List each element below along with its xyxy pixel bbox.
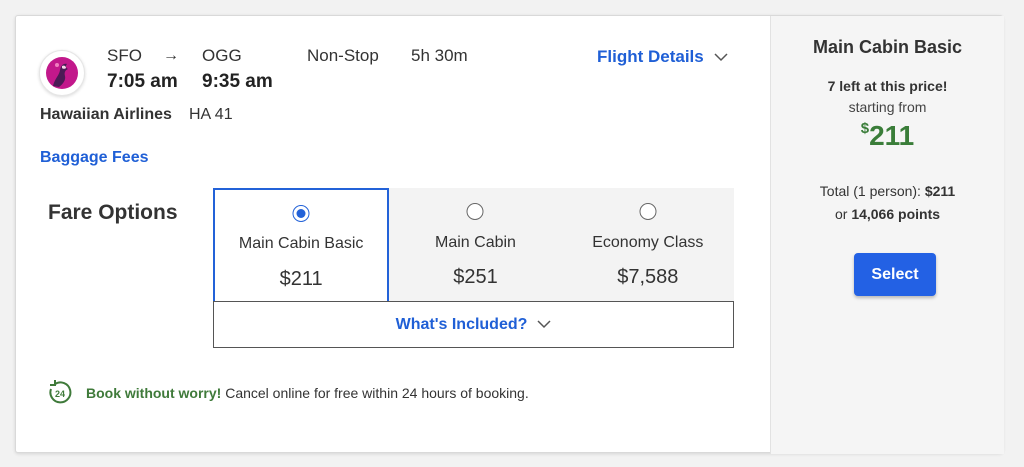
24-hour-cancel-icon: 24 <box>49 380 72 404</box>
total-line: Total (1 person): $211 <box>771 183 1004 199</box>
chevron-down-icon <box>714 52 728 61</box>
cancellation-notice: 24 Book without worry! Cancel online for… <box>46 379 529 407</box>
stops-info: Non-Stop <box>307 46 379 65</box>
hawaiian-airlines-logo-icon <box>46 57 78 89</box>
airline-logo <box>39 50 85 96</box>
arrive-time: 9:35 am <box>202 71 273 92</box>
fare-name: Main Cabin <box>435 234 516 251</box>
whats-included-toggle[interactable]: What's Included? <box>213 301 734 348</box>
baggage-fees-link[interactable]: Baggage Fees <box>40 149 148 167</box>
flight-number: HA 41 <box>189 106 233 123</box>
notice-text: Cancel online for free within 24 hours o… <box>221 385 529 401</box>
destination-code: OGG <box>202 46 242 65</box>
currency-symbol: $ <box>860 120 870 137</box>
fare-options-title: Fare Options <box>48 201 178 224</box>
points-prefix: or <box>834 206 852 222</box>
radio-selected[interactable] <box>292 205 310 222</box>
radio-unselected[interactable] <box>466 203 484 220</box>
fare-name: Economy Class <box>592 234 704 251</box>
fare-option-main-cabin[interactable]: Main Cabin $251 <box>389 188 562 301</box>
total-value: $211 <box>924 183 956 199</box>
depart-time: 7:05 am <box>107 71 178 92</box>
flight-details-link[interactable]: Flight Details <box>597 47 728 67</box>
price-amount: 211 <box>869 120 915 151</box>
seats-left: 7 left at this price! <box>827 78 948 94</box>
fare-option-economy-class[interactable]: Economy Class $7,588 <box>561 188 734 301</box>
notice-bold: Book without worry! <box>86 385 222 401</box>
flight-duration: 5h 30m <box>411 46 468 65</box>
flight-card: SFO → OGG 7:05 am 9:35 am Non-Stop 5h 30… <box>15 15 1004 454</box>
flight-details-label: Flight Details <box>597 47 704 66</box>
icon-label: 24 <box>55 389 65 399</box>
route-arrow-icon: → <box>163 47 179 64</box>
fare-option-main-cabin-basic[interactable]: Main Cabin Basic $211 <box>213 188 390 301</box>
points-line: or 14,066 points <box>771 206 1004 222</box>
fare-price: $7,588 <box>617 266 679 288</box>
price-summary-panel: Main Cabin Basic 7 left at this price! s… <box>770 16 1004 454</box>
fare-options-group: Main Cabin Basic $211 Main Cabin $251 Ec… <box>213 188 734 301</box>
radio-unselected[interactable] <box>639 203 657 220</box>
fare-price: $251 <box>453 266 498 288</box>
cancellation-text: Book without worry! Cancel online for fr… <box>86 385 529 401</box>
fare-name: Main Cabin Basic <box>238 235 364 252</box>
whats-included-label: What's Included? <box>395 315 528 333</box>
summary-title: Main Cabin Basic <box>812 37 963 57</box>
chevron-down-icon <box>537 320 551 329</box>
airline-name: Hawaiian Airlines <box>40 106 172 123</box>
total-label: Total (1 person): <box>819 183 925 199</box>
summary-price: $211 <box>771 120 1004 152</box>
starting-from: starting from <box>848 99 927 115</box>
points-value: 14,066 points <box>851 206 941 222</box>
select-button[interactable]: Select <box>854 253 936 296</box>
fare-price: $211 <box>279 268 323 290</box>
origin-code: SFO <box>107 46 142 65</box>
